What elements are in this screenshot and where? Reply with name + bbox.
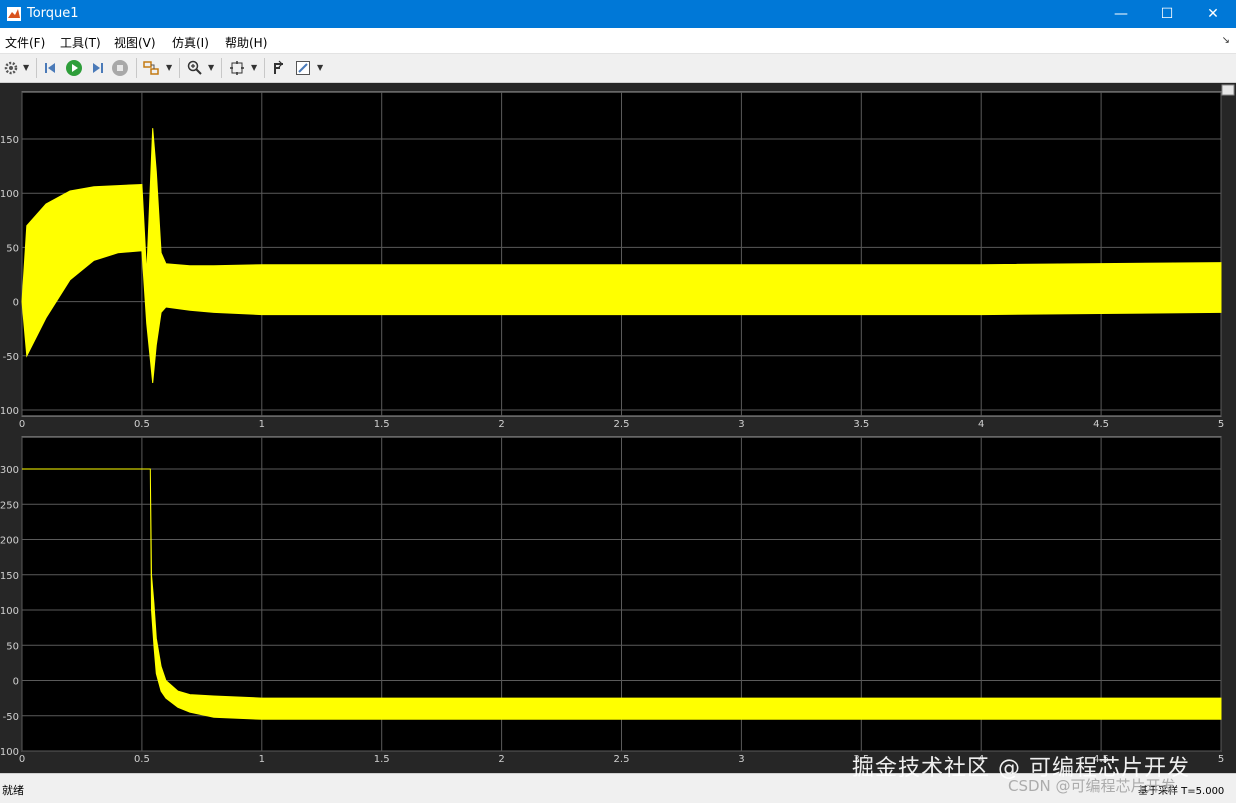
menu-simulation[interactable]: 仿真(I) xyxy=(172,34,209,51)
y-tick-label: 150 xyxy=(0,571,19,582)
stop-icon[interactable] xyxy=(111,59,129,77)
y-tick-label: 0 xyxy=(13,298,19,309)
style-icon[interactable] xyxy=(294,59,312,77)
dock-arrow-icon[interactable]: ↘ xyxy=(1222,35,1230,46)
y-tick-label: 0 xyxy=(13,677,19,688)
chevron-down-icon[interactable]: ▼ xyxy=(208,63,214,72)
y-tick-label: 200 xyxy=(0,536,19,547)
scope-panel-1: 0 0.5 1 1.5 2 2.5 3 3.5 4 4.5 5 -100 -50 0 50 100 150 xyxy=(0,91,1224,430)
x-tick-label: 2 xyxy=(498,419,504,430)
y-tick-label: 50 xyxy=(6,243,19,254)
y-tick-label: 250 xyxy=(0,500,19,511)
maximize-button[interactable]: ☐ xyxy=(1144,0,1190,28)
x-tick-label: 0.5 xyxy=(134,419,150,430)
y-tick-label: 150 xyxy=(0,135,19,146)
toolbar-separator xyxy=(136,58,137,78)
minimize-button[interactable]: — xyxy=(1098,0,1144,28)
menu-tools[interactable]: 工具(T) xyxy=(60,34,101,51)
toolbar-separator xyxy=(221,58,222,78)
y-tick-label: 300 xyxy=(0,465,19,476)
y-tick-label: -50 xyxy=(3,712,19,723)
y-tick-label: 50 xyxy=(6,641,19,652)
expand-button[interactable] xyxy=(1221,84,1235,96)
step-back-icon[interactable] xyxy=(42,59,60,77)
window-title: Torque1 xyxy=(27,6,79,21)
fit-icon[interactable] xyxy=(228,59,246,77)
x-tick-label: 0.5 xyxy=(134,754,150,765)
x-tick-label: 4.5 xyxy=(1093,419,1109,430)
x-tick-label: 0 xyxy=(19,754,25,765)
menu-view[interactable]: 视图(V) xyxy=(114,34,156,51)
scope-panel-2: 00.511.522.533.544.55-100-50050100150200… xyxy=(0,436,1224,765)
menu-file[interactable]: 文件(F) xyxy=(5,34,45,51)
chevron-down-icon[interactable]: ▼ xyxy=(317,63,323,72)
zoom-icon[interactable] xyxy=(186,59,204,77)
matlab-app-icon xyxy=(7,7,21,21)
chevron-down-icon[interactable]: ▼ xyxy=(166,63,172,72)
x-tick-label: 5 xyxy=(1218,419,1224,430)
scope-display: 00.511.522.533.544.55-100-5005010015000.… xyxy=(0,83,1236,773)
highlight-icon[interactable] xyxy=(143,59,161,77)
x-tick-label: 1 xyxy=(259,754,265,765)
x-tick-label: 1.5 xyxy=(374,419,390,430)
x-tick-label: 3 xyxy=(738,754,744,765)
menu-help[interactable]: 帮助(H) xyxy=(225,34,267,51)
toolbar-separator xyxy=(36,58,37,78)
close-button[interactable]: ✕ xyxy=(1190,0,1236,28)
x-tick-label: 5 xyxy=(1218,754,1224,765)
toolbar-separator xyxy=(179,58,180,78)
cursor-icon[interactable] xyxy=(270,59,288,77)
title-bar: Torque1 — ☐ ✕ xyxy=(0,0,1236,28)
x-tick-label: 3.5 xyxy=(853,419,869,430)
x-tick-label: 1.5 xyxy=(374,754,390,765)
x-tick-label: 2 xyxy=(498,754,504,765)
y-tick-label: -50 xyxy=(3,352,19,363)
toolbar: ▼ ▼ ▼ ▼ ▼ xyxy=(0,54,1236,83)
y-tick-label: 100 xyxy=(0,189,19,200)
status-text: 就绪 xyxy=(2,784,24,797)
run-icon[interactable] xyxy=(65,59,83,77)
menu-bar: 文件(F) 工具(T) 视图(V) 仿真(I) 帮助(H) ↘ xyxy=(0,28,1236,54)
scope-plots: 00.511.522.533.544.55-100-5005010015000.… xyxy=(0,84,1235,765)
chevron-down-icon[interactable]: ▼ xyxy=(23,63,29,72)
toolbar-separator xyxy=(264,58,265,78)
y-tick-label: -100 xyxy=(0,747,19,758)
x-tick-label: 4 xyxy=(978,419,984,430)
y-tick-label: 100 xyxy=(0,606,19,617)
step-forward-icon[interactable] xyxy=(88,59,106,77)
x-tick-label: 1 xyxy=(259,419,265,430)
x-tick-label: 3 xyxy=(738,419,744,430)
chevron-down-icon[interactable]: ▼ xyxy=(251,63,257,72)
x-tick-label: 0 xyxy=(19,419,25,430)
watermark-csdn: CSDN @可编程芯片开发 xyxy=(1008,777,1176,795)
x-tick-label: 2.5 xyxy=(614,419,630,430)
y-tick-label: -100 xyxy=(0,406,19,417)
gear-icon[interactable] xyxy=(2,59,20,77)
x-tick-label: 2.5 xyxy=(614,754,630,765)
